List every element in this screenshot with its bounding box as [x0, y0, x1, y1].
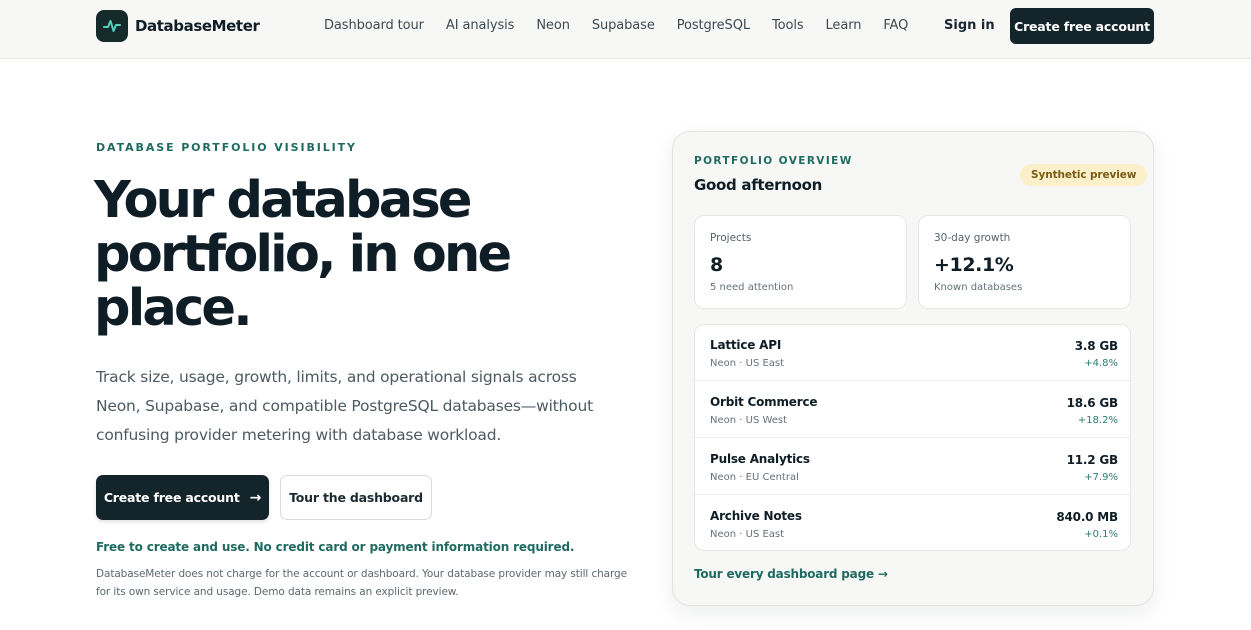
db-growth: +7.9%	[1084, 472, 1118, 483]
nav-link-learn[interactable]: Learn	[826, 18, 862, 33]
free-note: Free to create and use. No credit card o…	[96, 540, 575, 554]
db-name: Lattice API	[710, 338, 782, 352]
database-list: Lattice API Neon · US East 3.8 GB +4.8% …	[694, 324, 1131, 551]
hero-headline: Your database portfolio, in one place.	[94, 171, 512, 338]
nav-link-ai-analysis[interactable]: AI analysis	[446, 18, 515, 33]
tour-every-page-link[interactable]: Tour every dashboard page →	[694, 567, 888, 581]
stat-label: 30-day growth	[934, 232, 1011, 244]
synthetic-preview-badge: Synthetic preview	[1020, 164, 1148, 186]
database-row: Pulse Analytics Neon · EU Central 11.2 G…	[695, 439, 1130, 495]
db-meta: Neon · US East	[710, 529, 785, 540]
db-meta: Neon · US West	[710, 415, 788, 426]
db-name: Archive Notes	[710, 509, 802, 523]
brand-logo[interactable]: DatabaseMeter	[96, 10, 260, 42]
db-size: 18.6 GB	[1066, 396, 1119, 410]
stat-note: 5 need attention	[710, 282, 794, 293]
db-name: Pulse Analytics	[710, 452, 810, 466]
db-size: 11.2 GB	[1066, 453, 1119, 467]
stat-label: Projects	[710, 232, 752, 244]
arrow-right-icon: →	[249, 489, 262, 506]
db-name: Orbit Commerce	[710, 395, 818, 409]
top-nav: DatabaseMeter Dashboard tour AI analysis…	[0, 0, 1251, 59]
pulse-icon	[96, 10, 128, 42]
db-size: 840.0 MB	[1056, 510, 1118, 524]
nav-link-neon[interactable]: Neon	[536, 18, 570, 33]
db-meta: Neon · EU Central	[710, 472, 799, 483]
nav-links: Dashboard tour AI analysis Neon Supabase…	[324, 18, 930, 33]
nav-link-dashboard-tour[interactable]: Dashboard tour	[324, 18, 424, 33]
create-free-account-label: Create free account	[103, 490, 240, 505]
card-greeting: Good afternoon	[694, 176, 823, 194]
database-row: Orbit Commerce Neon · US West 18.6 GB +1…	[695, 382, 1130, 438]
db-meta: Neon · US East	[710, 358, 785, 369]
disclaimer: DatabaseMeter does not charge for the ac…	[96, 568, 627, 598]
stat-projects: Projects 8 5 need attention	[694, 215, 907, 309]
db-growth: +4.8%	[1084, 358, 1118, 369]
nav-link-postgresql[interactable]: PostgreSQL	[677, 18, 750, 33]
stat-growth: 30-day growth +12.1% Known databases	[918, 215, 1131, 309]
stat-value: +12.1%	[934, 254, 1014, 276]
db-size: 3.8 GB	[1074, 339, 1118, 353]
portfolio-preview-card: PORTFOLIO OVERVIEW Good afternoon Synthe…	[672, 131, 1154, 606]
hero-eyebrow: DATABASE PORTFOLIO VISIBILITY	[96, 141, 357, 154]
database-row: Archive Notes Neon · US East 840.0 MB +0…	[695, 496, 1130, 550]
create-free-account-button[interactable]: Create free account →	[96, 475, 269, 520]
brand-name: DatabaseMeter	[135, 17, 260, 35]
db-growth: +18.2%	[1077, 415, 1118, 426]
database-row: Lattice API Neon · US East 3.8 GB +4.8%	[695, 325, 1130, 381]
nav-link-tools[interactable]: Tools	[772, 18, 804, 33]
nav-link-supabase[interactable]: Supabase	[592, 18, 655, 33]
sign-in-link[interactable]: Sign in	[944, 18, 995, 33]
db-growth: +0.1%	[1084, 529, 1118, 540]
nav-create-account-button[interactable]: Create free account	[1010, 8, 1154, 44]
card-eyebrow: PORTFOLIO OVERVIEW	[694, 155, 853, 167]
stat-value: 8	[710, 254, 723, 276]
hero-subtext: Track size, usage, growth, limits, and o…	[96, 368, 593, 444]
tour-dashboard-button[interactable]: Tour the dashboard	[280, 475, 432, 520]
stat-note: Known databases	[934, 282, 1023, 293]
nav-link-faq[interactable]: FAQ	[883, 18, 908, 33]
